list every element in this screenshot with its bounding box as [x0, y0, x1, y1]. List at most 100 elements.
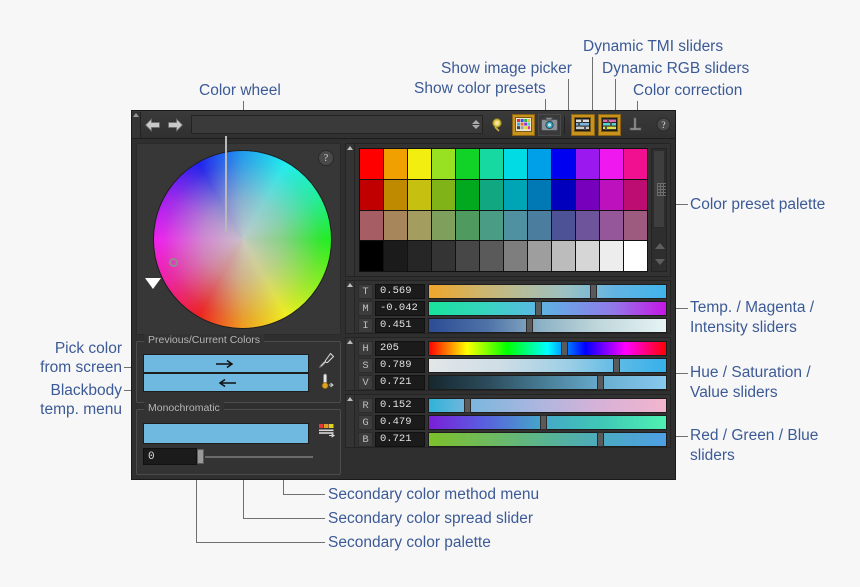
color-preset-swatch[interactable]: [504, 241, 527, 271]
color-preset-swatch[interactable]: [528, 149, 551, 179]
color-preset-swatch[interactable]: [528, 210, 551, 241]
secondary-color-method-menu-button[interactable]: [317, 422, 336, 441]
color-preset-swatch[interactable]: [600, 210, 623, 241]
spinner-stepper[interactable]: [471, 120, 480, 129]
show-image-picker-button[interactable]: [538, 113, 562, 136]
slider-handle[interactable]: [525, 317, 533, 333]
color-preset-swatch[interactable]: [360, 241, 383, 271]
color-preset-swatch[interactable]: [432, 241, 455, 271]
color-wheel-needle[interactable]: [225, 136, 227, 232]
color-preset-swatch[interactable]: [408, 179, 431, 210]
slider-handle[interactable]: [613, 357, 621, 373]
current-color-swatch[interactable]: [143, 373, 309, 392]
slider-value-field[interactable]: 0.569: [375, 283, 425, 299]
pick-color-from-screen-button[interactable]: [317, 351, 336, 370]
color-preset-swatch[interactable]: [576, 149, 599, 179]
color-wheel-rim-indicator[interactable]: [145, 278, 161, 289]
slider-handle[interactable]: [596, 374, 604, 390]
color-preset-swatch[interactable]: [528, 179, 551, 210]
color-preset-swatch[interactable]: [480, 179, 503, 210]
wheel-help-button[interactable]: ?: [318, 150, 334, 166]
color-preset-swatch[interactable]: [384, 210, 407, 241]
slider-track[interactable]: [428, 317, 667, 333]
previous-color-swatch[interactable]: [143, 354, 309, 373]
color-wheel-marker[interactable]: [169, 258, 178, 267]
color-preset-swatch[interactable]: [384, 149, 407, 179]
color-preset-swatch[interactable]: [552, 241, 575, 271]
color-preset-swatch[interactable]: [624, 241, 647, 271]
color-preset-swatch[interactable]: [408, 210, 431, 241]
help-button[interactable]: ?: [652, 114, 675, 136]
color-preset-swatch[interactable]: [504, 179, 527, 210]
color-name-input[interactable]: [190, 115, 483, 134]
rgb-section-grip[interactable]: [346, 395, 355, 447]
color-preset-swatch[interactable]: [504, 210, 527, 241]
color-preset-swatch[interactable]: [456, 179, 479, 210]
slider-track[interactable]: [428, 374, 667, 390]
color-preset-swatch[interactable]: [408, 149, 431, 179]
slider-value-field[interactable]: 0.479: [375, 414, 425, 430]
color-preset-swatch[interactable]: [480, 149, 503, 179]
color-preset-swatch[interactable]: [432, 149, 455, 179]
color-preset-swatch[interactable]: [456, 241, 479, 271]
color-preset-swatch[interactable]: [384, 241, 407, 271]
secondary-spread-value-field[interactable]: 0: [143, 448, 197, 465]
slider-track[interactable]: [428, 340, 667, 356]
slider-track[interactable]: [428, 414, 667, 430]
color-preset-swatch[interactable]: [624, 179, 647, 210]
color-preset-swatch[interactable]: [624, 149, 647, 179]
color-preset-swatch[interactable]: [360, 149, 383, 179]
slider-value-field[interactable]: 205: [375, 340, 425, 356]
slider-track[interactable]: [428, 283, 667, 299]
color-preset-swatch[interactable]: [456, 210, 479, 241]
slider-value-field[interactable]: 0.721: [375, 374, 425, 390]
color-preset-swatch[interactable]: [600, 149, 623, 179]
secondary-color-spread-slider[interactable]: [197, 448, 315, 465]
color-preset-grid[interactable]: [359, 148, 648, 272]
spread-slider-handle[interactable]: [197, 449, 204, 464]
secondary-color-palette[interactable]: [143, 423, 309, 444]
color-preset-swatch[interactable]: [576, 241, 599, 271]
slider-handle[interactable]: [589, 283, 597, 299]
slider-value-field[interactable]: 0.789: [375, 357, 425, 373]
blackbody-temp-menu-button[interactable]: [317, 372, 336, 391]
palette-scrollbar[interactable]: [651, 148, 667, 272]
palette-scrollbar-thumb[interactable]: [653, 150, 666, 228]
slider-track[interactable]: [428, 397, 667, 413]
forward-button[interactable]: [164, 113, 187, 137]
color-preset-swatch[interactable]: [384, 179, 407, 210]
color-preset-swatch[interactable]: [528, 241, 551, 271]
color-preset-swatch[interactable]: [480, 241, 503, 271]
slider-value-field[interactable]: 0.721: [375, 431, 425, 447]
slider-handle[interactable]: [596, 431, 604, 447]
color-preset-swatch[interactable]: [552, 149, 575, 179]
scroll-down-icon[interactable]: [655, 259, 665, 265]
color-wheel[interactable]: [154, 151, 331, 328]
color-preset-swatch[interactable]: [456, 149, 479, 179]
color-preset-swatch[interactable]: [504, 149, 527, 179]
slider-value-field[interactable]: 0.152: [375, 397, 425, 413]
color-preset-swatch[interactable]: [576, 210, 599, 241]
dynamic-tmi-sliders-button[interactable]: [571, 113, 595, 136]
color-preset-swatch[interactable]: [408, 241, 431, 271]
color-preset-swatch[interactable]: [360, 210, 383, 241]
hsv-section-grip[interactable]: [346, 338, 355, 390]
slider-handle[interactable]: [539, 414, 547, 430]
slider-value-field[interactable]: -0.042: [375, 300, 425, 316]
blackbody-temp-button[interactable]: [486, 114, 509, 136]
color-preset-swatch[interactable]: [480, 210, 503, 241]
slider-track[interactable]: [428, 431, 667, 447]
color-preset-swatch[interactable]: [552, 179, 575, 210]
back-button[interactable]: [141, 113, 164, 137]
color-preset-swatch[interactable]: [576, 179, 599, 210]
color-preset-swatch[interactable]: [432, 179, 455, 210]
slider-handle[interactable]: [561, 340, 569, 356]
slider-handle[interactable]: [463, 397, 471, 413]
palette-section-grip[interactable]: [346, 144, 355, 276]
color-preset-swatch[interactable]: [600, 241, 623, 271]
slider-value-field[interactable]: 0.451: [375, 317, 425, 333]
dynamic-rgb-sliders-button[interactable]: [597, 113, 621, 136]
color-correction-button[interactable]: [624, 114, 647, 136]
color-preset-swatch[interactable]: [552, 210, 575, 241]
slider-handle[interactable]: [535, 300, 543, 316]
